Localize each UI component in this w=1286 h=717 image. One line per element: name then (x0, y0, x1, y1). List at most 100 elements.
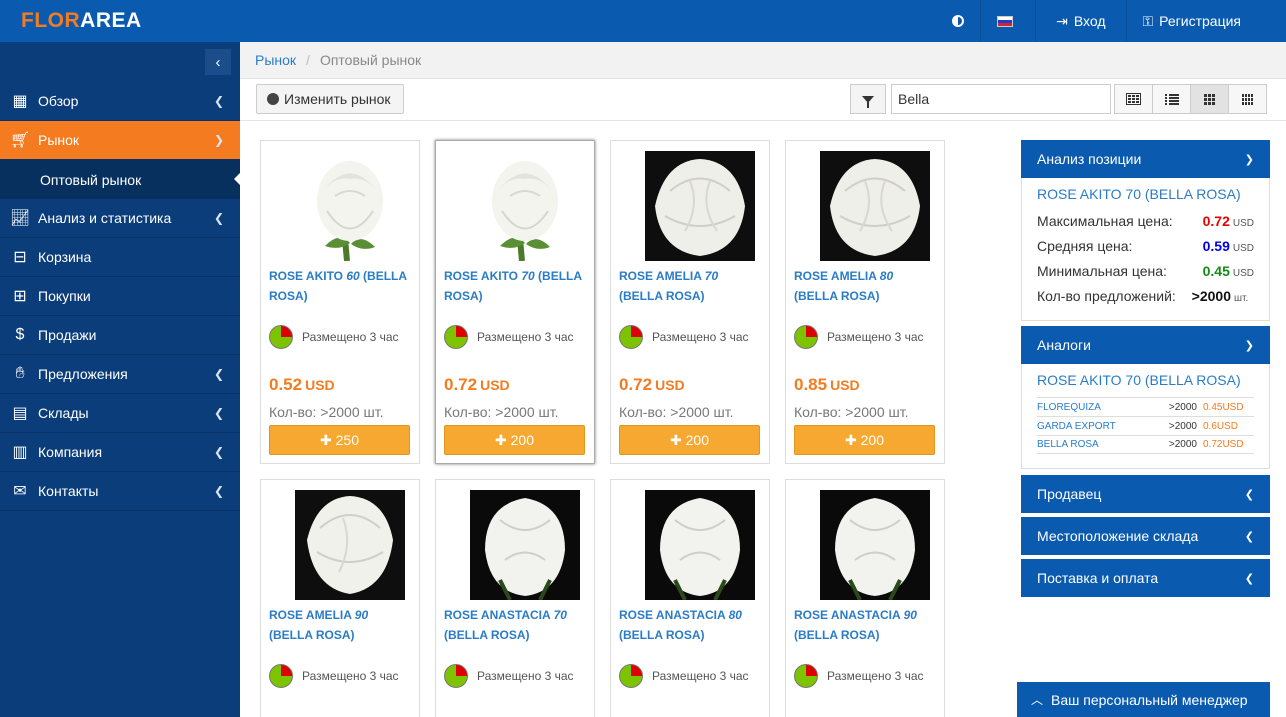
product-image-white-rose[interactable] (295, 490, 405, 600)
product-card[interactable]: ROSE AKITO 70 (BELLA ROSA) Размещено 3 ч… (435, 140, 595, 464)
product-name[interactable]: ROSE AMELIA 90 (BELLA ROSA) (269, 605, 414, 645)
small-grid-icon (1242, 93, 1253, 105)
filter-button[interactable] (850, 84, 886, 114)
analog-row[interactable]: GARDA EXPORT >2000 0.6USD (1037, 416, 1254, 435)
sidebar-item-analytics[interactable]: 📈︎ Анализ и статистика ❮ (0, 199, 240, 238)
seller-panel-header[interactable]: Продавец ❮ (1021, 475, 1270, 513)
view-large-grid-button[interactable] (1190, 84, 1229, 114)
sidebar-item-overview[interactable]: ▦ Обзор ❮ (0, 82, 240, 121)
personal-manager-button[interactable]: ︿ Ваш персональный менеджер (1017, 682, 1270, 717)
product-length: 70 (521, 269, 535, 283)
product-image-white-rose[interactable] (645, 151, 755, 261)
product-price: 0.52 USD (269, 375, 335, 395)
avg-price-value: 0.59 (1202, 238, 1230, 254)
add-to-cart-button[interactable]: ✚ 250 (269, 425, 410, 455)
timer-pie-icon (619, 664, 643, 688)
sidebar-collapse-button[interactable]: ‹ (205, 49, 231, 75)
sidebar-subitem-wholesale-market[interactable]: Оптовый рынок (0, 160, 240, 199)
analog-price: 0.72USD (1203, 439, 1244, 450)
chevron-left-icon: ❮ (213, 484, 224, 498)
analogs-product-title[interactable]: ROSE AKITO 70 (BELLA ROSA) (1037, 372, 1254, 388)
view-table-button[interactable] (1114, 84, 1153, 114)
chevron-left-icon: ❮ (1244, 572, 1254, 585)
logo[interactable]: FLOR AREA (0, 0, 240, 42)
product-length: 80 (728, 608, 742, 622)
chevron-left-icon: ❮ (1244, 488, 1254, 501)
product-name[interactable]: ROSE AKITO 70 (BELLA ROSA) (444, 266, 589, 306)
toolbar: Изменить рынок (240, 79, 1286, 121)
sidebar-item-company[interactable]: ▥ Компания ❮ (0, 433, 240, 472)
posted-time-label: Размещено 3 час (827, 330, 924, 344)
product-image-white-rose[interactable] (295, 151, 405, 261)
product-quantity: Кол-во: >2000 шт. (269, 404, 384, 420)
product-card[interactable]: ROSE AMELIA 80 (BELLA ROSA) Размещено 3 … (785, 140, 945, 464)
analog-seller[interactable]: BELLA ROSA (1037, 439, 1162, 450)
key-icon: ⚿ (1142, 12, 1154, 29)
timer-pie-icon (269, 664, 293, 688)
product-card[interactable]: ROSE AMELIA 90 (BELLA ROSA) Размещено 3 … (260, 479, 420, 717)
chevron-left-icon: ❮ (213, 211, 224, 225)
product-image-white-rose[interactable] (820, 151, 930, 261)
analysis-panel-header[interactable]: Анализ позиции ❯ (1021, 140, 1270, 178)
building-icon: ▥ (12, 444, 28, 461)
analog-seller[interactable]: FLOREQUIZA (1037, 402, 1162, 413)
chevron-left-icon: ❮ (213, 94, 224, 108)
contrast-toggle[interactable] (936, 0, 980, 42)
offer-count-unit: шт. (1234, 293, 1249, 304)
search-input[interactable] (891, 84, 1111, 114)
analog-row[interactable]: BELLA ROSA >2000 0.72USD (1037, 435, 1254, 454)
max-price-label: Максимальная цена: (1037, 213, 1173, 229)
product-name[interactable]: ROSE ANASTACIA 90 (BELLA ROSA) (794, 605, 939, 645)
view-small-grid-button[interactable] (1228, 84, 1267, 114)
product-card[interactable]: ROSE ANASTACIA 80 (BELLA ROSA) Размещено… (610, 479, 770, 717)
product-image-white-rose[interactable] (820, 490, 930, 600)
add-to-cart-label: 200 (860, 432, 884, 448)
presentation-icon: ▦ (12, 93, 28, 110)
sidebar-item-cart[interactable]: ⊟ Корзина (0, 238, 240, 277)
product-card[interactable]: ROSE ANASTACIA 90 (BELLA ROSA) Размещено… (785, 479, 945, 717)
filter-icon (862, 95, 874, 108)
sidebar-subitem-label: Оптовый рынок (40, 171, 142, 188)
analysis-product-title[interactable]: ROSE AKITO 70 (BELLA ROSA) (1037, 186, 1254, 202)
analogs-panel-header[interactable]: Аналоги ❯ (1021, 326, 1270, 364)
sidebar-item-market[interactable]: 🛒︎ Рынок ❯ (0, 121, 240, 160)
sidebar-item-purchases[interactable]: ⊞ Покупки (0, 277, 240, 316)
sidebar-item-sales[interactable]: $ Продажи (0, 316, 240, 355)
breadcrumb-link-market[interactable]: Рынок (255, 52, 296, 68)
warehouse-panel-title: Местоположение склада (1037, 528, 1199, 544)
product-quantity: Кол-во: >2000 шт. (794, 404, 909, 420)
product-card[interactable]: ROSE AMELIA 70 (BELLA ROSA) Размещено 3 … (610, 140, 770, 464)
logo-part-area: AREA (80, 9, 142, 32)
product-image-white-rose[interactable] (645, 490, 755, 600)
product-name[interactable]: ROSE AMELIA 70 (BELLA ROSA) (619, 266, 764, 306)
sidebar-item-warehouses[interactable]: ▤ Склады ❮ (0, 394, 240, 433)
analog-row[interactable]: FLOREQUIZA >2000 0.45USD (1037, 397, 1254, 416)
product-name[interactable]: ROSE AKITO 60 (BELLA ROSA) (269, 266, 414, 306)
warehouse-location-panel-header[interactable]: Местоположение склада ❮ (1021, 517, 1270, 555)
add-to-cart-button[interactable]: ✚ 200 (794, 425, 935, 455)
product-card[interactable]: ROSE AKITO 60 (BELLA ROSA) Размещено 3 ч… (260, 140, 420, 464)
product-name[interactable]: ROSE ANASTACIA 80 (BELLA ROSA) (619, 605, 764, 645)
product-name-text: ROSE ANASTACIA (619, 608, 729, 622)
login-link[interactable]: ⇥ Вход (1035, 0, 1125, 42)
view-list-button[interactable] (1152, 84, 1191, 114)
change-market-button[interactable]: Изменить рынок (256, 84, 404, 114)
product-image-white-rose[interactable] (470, 151, 580, 261)
sidebar-item-contacts[interactable]: ✉ Контакты ❮ (0, 472, 240, 511)
price-currency: USD (305, 377, 335, 393)
analog-seller[interactable]: GARDA EXPORT (1037, 421, 1162, 432)
product-image-white-rose[interactable] (470, 490, 580, 600)
product-name-text: ROSE AMELIA (794, 269, 880, 283)
delivery-payment-panel-header[interactable]: Поставка и оплата ❮ (1021, 559, 1270, 597)
add-to-cart-button[interactable]: ✚ 200 (444, 425, 585, 455)
plus-icon: ✚ (845, 431, 861, 448)
product-name[interactable]: ROSE AMELIA 80 (BELLA ROSA) (794, 266, 939, 306)
register-link[interactable]: ⚿ Регистрация (1125, 0, 1286, 42)
product-card[interactable]: ROSE ANASTACIA 70 (BELLA ROSA) Размещено… (435, 479, 595, 717)
product-name-text: ROSE ANASTACIA (794, 608, 904, 622)
product-name[interactable]: ROSE ANASTACIA 70 (BELLA ROSA) (444, 605, 589, 645)
add-to-cart-button[interactable]: ✚ 200 (619, 425, 760, 455)
language-switch[interactable] (980, 0, 1035, 42)
sidebar-item-offers[interactable]: ✋︎ Предложения ❮ (0, 355, 240, 394)
avg-price-label: Средняя цена: (1037, 238, 1133, 254)
